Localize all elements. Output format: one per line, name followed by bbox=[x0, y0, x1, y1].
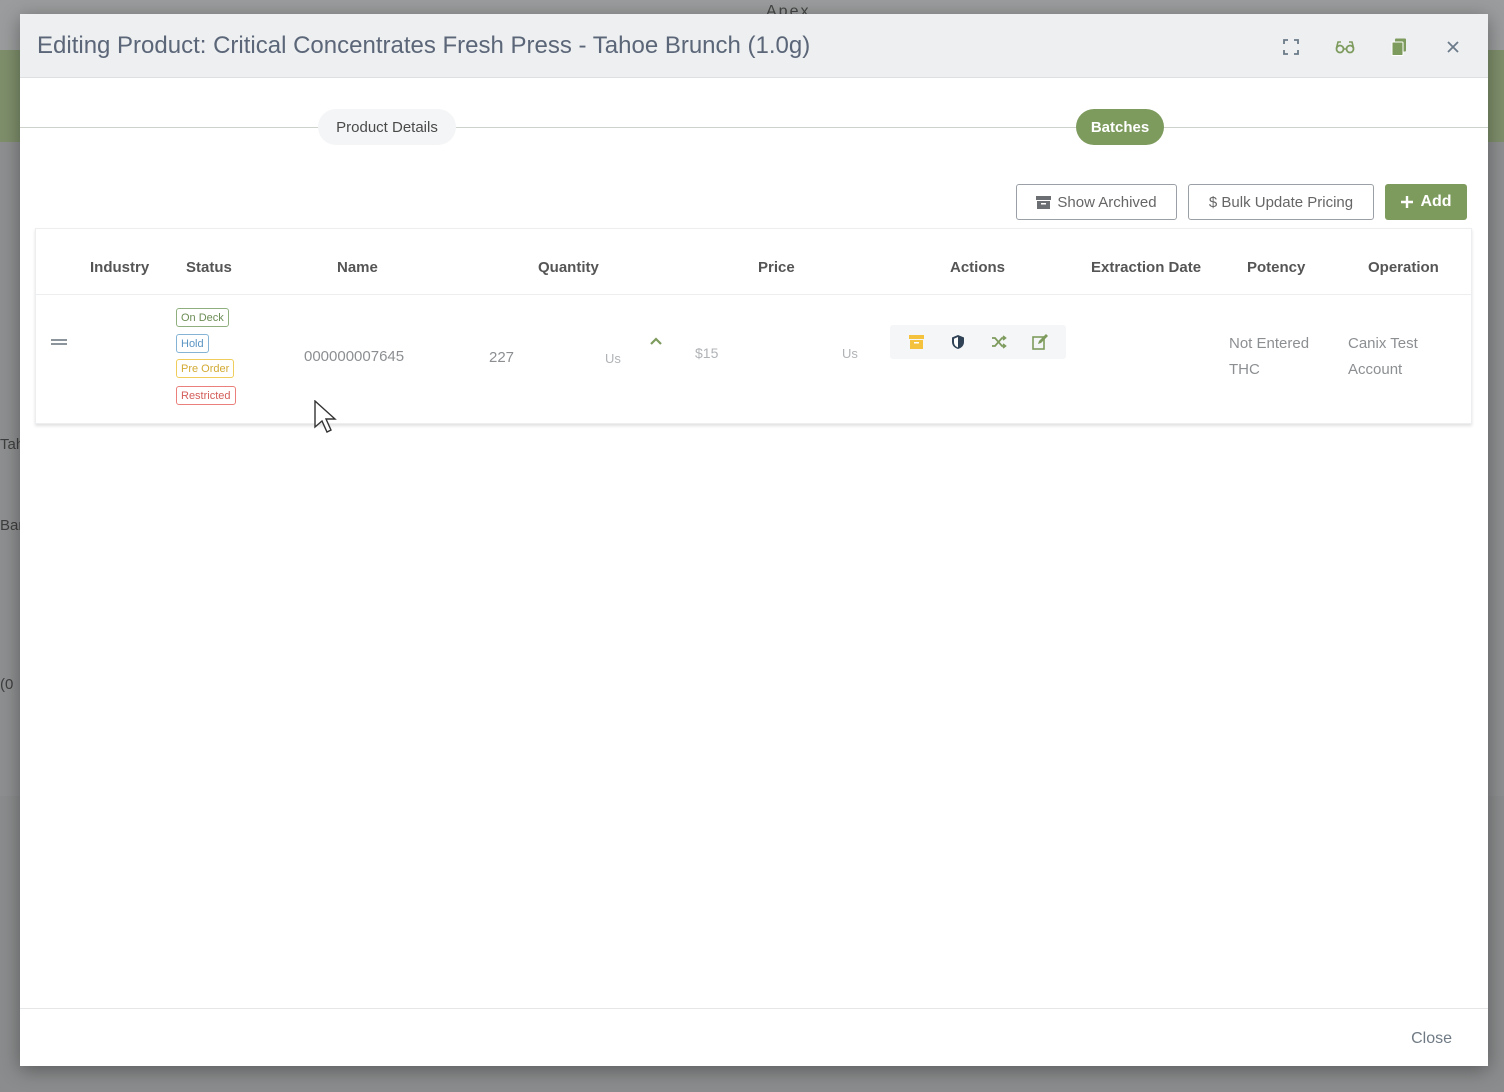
step-progress-line bbox=[20, 127, 1488, 128]
modal-footer-divider bbox=[20, 1008, 1488, 1009]
column-header-industry[interactable]: Industry bbox=[90, 259, 149, 276]
plus-icon bbox=[1401, 196, 1414, 208]
bulk-update-pricing-label: $ Bulk Update Pricing bbox=[1208, 193, 1354, 211]
modal-title: Editing Product: Critical Concentrates F… bbox=[37, 31, 811, 59]
quantity-value[interactable]: 227 bbox=[489, 349, 514, 366]
edit-product-modal: Editing Product: Critical Concentrates F… bbox=[20, 14, 1488, 1066]
shuffle-icon[interactable] bbox=[990, 333, 1008, 351]
status-badge-restricted[interactable]: Restricted bbox=[176, 386, 236, 405]
header-icon-group bbox=[1280, 36, 1464, 58]
tab-batches[interactable]: Batches bbox=[1076, 109, 1164, 145]
tab-product-details[interactable]: Product Details bbox=[318, 109, 456, 145]
edit-icon[interactable] bbox=[1031, 333, 1049, 351]
add-label: Add bbox=[1420, 193, 1452, 210]
column-header-operation[interactable]: Operation bbox=[1368, 259, 1439, 276]
batches-table: Industry Status Name Quantity Price Acti… bbox=[35, 228, 1472, 424]
drag-handle-icon[interactable] bbox=[51, 339, 67, 345]
modal-header: Editing Product: Critical Concentrates F… bbox=[20, 14, 1488, 78]
price-unit[interactable]: Us bbox=[842, 346, 858, 361]
column-header-name[interactable]: Name bbox=[337, 259, 378, 276]
column-header-actions: Actions bbox=[950, 259, 1006, 276]
archive-icon[interactable] bbox=[908, 333, 926, 351]
column-header-quantity[interactable]: Quantity bbox=[538, 259, 599, 276]
bulk-update-pricing-button[interactable]: $ Bulk Update Pricing bbox=[1188, 184, 1374, 220]
row-actions bbox=[890, 325, 1066, 359]
table-header-divider bbox=[36, 294, 1471, 295]
operation-value: Canix Test Account bbox=[1348, 331, 1418, 383]
archive-box-icon bbox=[1036, 195, 1052, 209]
status-badge-pre-order[interactable]: Pre Order bbox=[176, 359, 235, 378]
shield-icon[interactable] bbox=[949, 333, 967, 351]
close-button[interactable]: Close bbox=[1411, 1030, 1452, 1048]
column-header-potency[interactable]: Potency bbox=[1247, 259, 1305, 276]
glasses-icon[interactable] bbox=[1334, 36, 1356, 58]
status-badge-on-deck[interactable]: On Deck bbox=[176, 308, 229, 327]
potency-value: Not Entered THC bbox=[1229, 331, 1309, 383]
mouse-cursor-icon bbox=[314, 400, 337, 433]
column-header-extraction-date[interactable]: Extraction Date bbox=[1091, 259, 1201, 276]
quantity-unit[interactable]: Us bbox=[605, 351, 621, 366]
operation-line-2: Account bbox=[1348, 361, 1403, 378]
price-value[interactable]: $15 bbox=[695, 345, 718, 361]
column-header-status[interactable]: Status bbox=[186, 259, 232, 276]
backdrop-text-3: (0 bbox=[0, 676, 14, 693]
expand-icon[interactable] bbox=[1280, 36, 1302, 58]
column-header-price[interactable]: Price bbox=[758, 259, 795, 276]
copy-icon[interactable] bbox=[1388, 36, 1410, 58]
potency-line-2: THC bbox=[1229, 361, 1260, 378]
show-archived-label: Show Archived bbox=[1057, 193, 1157, 211]
batch-name: 000000007645 bbox=[304, 348, 405, 365]
chevron-up-icon[interactable] bbox=[649, 334, 663, 348]
add-batch-button[interactable]: Add bbox=[1385, 184, 1467, 220]
show-archived-button[interactable]: Show Archived bbox=[1016, 184, 1177, 220]
status-badge-hold[interactable]: Hold bbox=[176, 334, 209, 353]
potency-line-1: Not Entered bbox=[1229, 335, 1310, 352]
close-icon[interactable] bbox=[1442, 36, 1464, 58]
operation-line-1: Canix Test bbox=[1348, 335, 1418, 352]
